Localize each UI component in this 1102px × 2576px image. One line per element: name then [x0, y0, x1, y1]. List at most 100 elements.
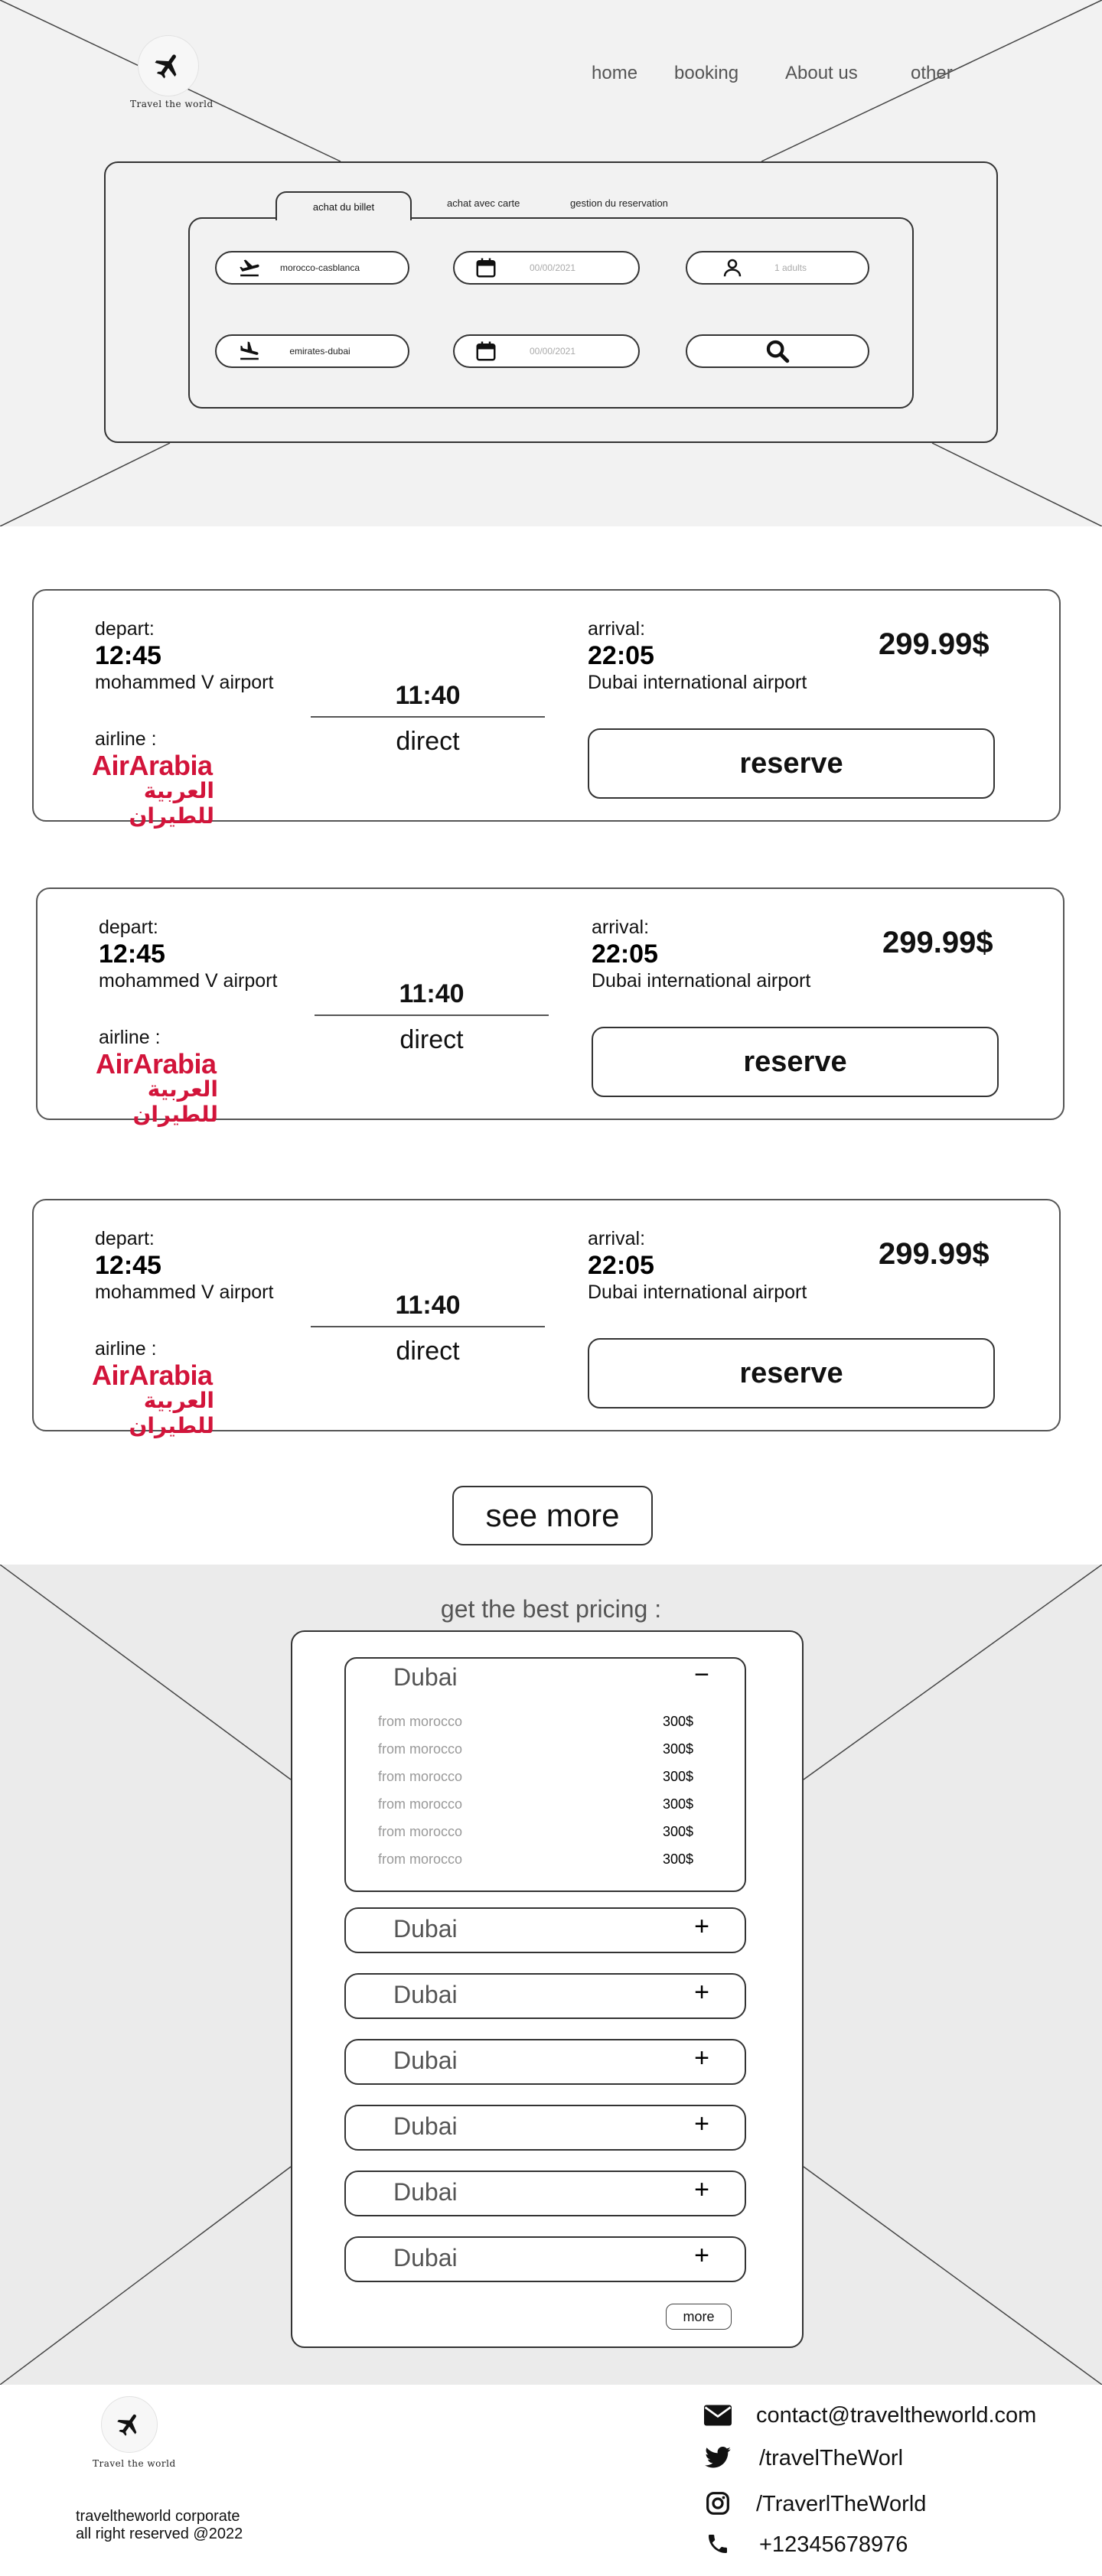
instagram-icon [703, 2490, 733, 2517]
mail-icon [703, 2402, 733, 2429]
expand-icon[interactable]: + [694, 2241, 709, 2271]
pricing-row-price: 300$ [663, 1714, 694, 1729]
arrival-airport: Dubai international airport [588, 1281, 807, 1303]
depart-time: 12:45 [99, 940, 165, 969]
brand-logo[interactable] [138, 35, 199, 96]
pricing-item-title: Dubai [393, 2178, 458, 2206]
footer: Travel the world traveltheworld corporat… [0, 2385, 1102, 2576]
expand-icon[interactable]: + [694, 2044, 709, 2073]
pricing-item[interactable]: Dubai + [344, 1973, 746, 2019]
tab-achat-avec-carte[interactable]: achat avec carte [447, 197, 520, 209]
more-button[interactable]: more [666, 2304, 732, 2330]
passengers-field[interactable]: 1 adults [686, 251, 869, 285]
airline-logo-ar: العربية للطيران [129, 778, 214, 829]
arrival-airport: Dubai international airport [592, 970, 811, 992]
search-form [188, 217, 914, 409]
flight-duration: 11:40 [395, 681, 461, 710]
arrival-airport: Dubai international airport [588, 672, 807, 693]
airline-logo-en: AirArabia [92, 1360, 213, 1391]
flight-price: 299.99$ [882, 926, 993, 959]
duration-line [315, 1014, 549, 1016]
to-field[interactable]: emirates-dubai [215, 334, 409, 368]
nav-home[interactable]: home [592, 63, 637, 84]
airplane-icon [117, 2414, 137, 2436]
phone-icon [703, 2530, 733, 2558]
depart-label: depart: [95, 618, 155, 640]
reserve-button[interactable]: reserve [592, 1027, 999, 1097]
depart-label: depart: [99, 917, 158, 938]
pricing-item[interactable]: Dubai + [344, 1907, 746, 1953]
expand-icon[interactable]: + [694, 2175, 709, 2205]
arrival-label: arrival: [588, 1228, 646, 1249]
airline-logo-en: AirArabia [96, 1048, 217, 1080]
reserve-button[interactable]: reserve [588, 1338, 995, 1408]
search-button[interactable] [686, 334, 869, 368]
pricing-item[interactable]: Dubai + [344, 2236, 746, 2282]
hero-section: Travel the world home booking About us o… [0, 0, 1102, 526]
arrival-time: 22:05 [592, 940, 658, 969]
depart-airport: mohammed V airport [99, 970, 278, 992]
collapse-icon[interactable]: − [694, 1660, 709, 1690]
pricing-item-title: Dubai [393, 1981, 458, 2008]
takeoff-icon [240, 259, 259, 277]
see-more-button[interactable]: see more [452, 1486, 653, 1545]
flight-card: depart: 12:45 mohammed V airport 11:40 d… [32, 589, 1061, 829]
nav-booking[interactable]: booking [674, 63, 738, 84]
nav-about-us[interactable]: About us [785, 63, 858, 84]
airline-logo-ar: العربية للطيران [129, 1388, 214, 1438]
footer-logo[interactable] [101, 2396, 158, 2453]
pricing-item[interactable]: Dubai + [344, 2105, 746, 2151]
from-field[interactable]: morocco-casblanca [215, 251, 409, 285]
return-date-field[interactable]: 00/00/2021 [453, 334, 640, 368]
pricing-row-price: 300$ [663, 1796, 694, 1812]
pricing-item[interactable]: Dubai + [344, 2171, 746, 2216]
contact-twitter[interactable]: /travelTheWorl [759, 2446, 903, 2471]
depart-time: 12:45 [95, 641, 161, 670]
pricing-row-price: 300$ [663, 1741, 694, 1757]
expand-icon[interactable]: + [694, 1978, 709, 2008]
contact-phone[interactable]: +12345678976 [759, 2532, 908, 2558]
tab-gestion-reservation[interactable]: gestion du reservation [570, 197, 668, 209]
expand-icon[interactable]: + [694, 1912, 709, 1942]
airline-label: airline : [95, 728, 157, 750]
airline-label: airline : [99, 1027, 161, 1048]
depart-date-placeholder: 00/00/2021 [529, 262, 576, 273]
arrival-label: arrival: [588, 618, 646, 640]
reserve-button[interactable]: reserve [588, 728, 995, 799]
brand-logo-text: Travel the world [130, 99, 214, 109]
flight-price: 299.99$ [879, 1237, 990, 1271]
user-icon [723, 259, 742, 277]
airline-label: airline : [95, 1338, 157, 1360]
flight-duration: 11:40 [399, 979, 465, 1008]
tab-achat-du-billet[interactable]: achat du billet [276, 191, 412, 220]
pricing-row-origin: from morocco [378, 1714, 463, 1729]
pricing-row-price: 300$ [663, 1851, 694, 1867]
depart-label: depart: [95, 1228, 155, 1249]
to-value: emirates-dubai [289, 346, 350, 357]
contact-email[interactable]: contact@traveltheworld.com [756, 2403, 1036, 2428]
flight-stops: direct [396, 1337, 460, 1366]
return-date-placeholder: 00/00/2021 [529, 346, 576, 357]
footer-corporate: traveltheworld corporate [76, 2508, 240, 2525]
arrival-time: 22:05 [588, 641, 654, 670]
pricing-item-expanded[interactable]: Dubai − from morocco 300$ from morocco 300$… [344, 1657, 746, 1892]
pricing-title: get the best pricing : [440, 1595, 662, 1623]
footer-logo-text: Travel the world [93, 2458, 176, 2469]
pricing-row-origin: from morocco [378, 1769, 463, 1784]
pricing-item-title: Dubai [393, 1663, 458, 1691]
pricing-item-title: Dubai [393, 2244, 458, 2272]
flight-duration: 11:40 [395, 1291, 461, 1320]
nav-other[interactable]: other [911, 63, 953, 84]
passengers-value: 1 adults [774, 262, 807, 273]
depart-date-field[interactable]: 00/00/2021 [453, 251, 640, 285]
pricing-row-price: 300$ [663, 1769, 694, 1784]
arrival-time: 22:05 [588, 1251, 654, 1280]
duration-line [311, 716, 545, 718]
calendar-icon [476, 341, 496, 361]
landing-icon [240, 341, 259, 360]
pricing-item[interactable]: Dubai + [344, 2039, 746, 2085]
flight-price: 299.99$ [879, 627, 990, 661]
depart-airport: mohammed V airport [95, 672, 274, 693]
contact-instagram[interactable]: /TraverlTheWorld [756, 2492, 926, 2517]
expand-icon[interactable]: + [694, 2109, 709, 2139]
